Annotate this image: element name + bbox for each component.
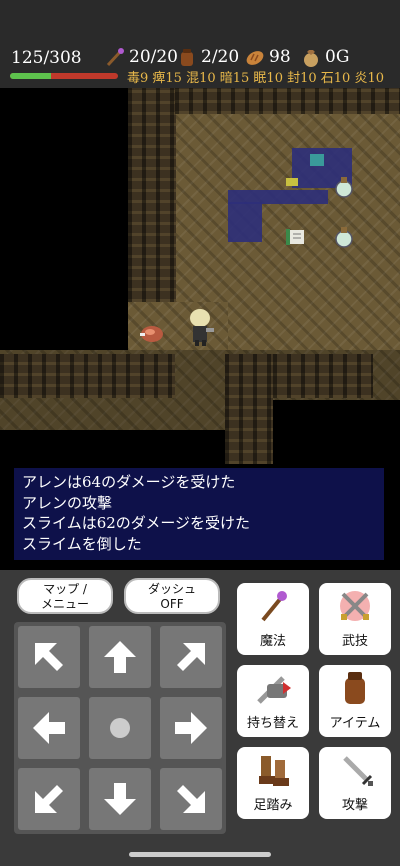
lower-wall xyxy=(0,354,175,398)
wait-button[interactable] xyxy=(89,697,151,759)
arrow-right-icon xyxy=(175,712,207,744)
status-hud: 125/308 20/20 2/20 98 0G 毒9 痺15 混10 暗15 … xyxy=(0,0,400,88)
move-up-left-button[interactable] xyxy=(18,626,80,688)
message-line: スライムを倒した xyxy=(22,534,142,553)
attack-button[interactable]: 攻撃 xyxy=(319,747,391,819)
dungeon-map[interactable]: アレンは64のダメージを受けた アレンの攻撃 スライムは62のダメージを受けた … xyxy=(0,88,400,570)
move-left-button[interactable] xyxy=(18,697,80,759)
player-character xyxy=(190,309,214,346)
move-right-button[interactable] xyxy=(160,697,222,759)
arrow-down-left-icon xyxy=(35,785,63,813)
pillar-wall xyxy=(225,354,273,464)
hp-value: 125/308 xyxy=(11,48,82,68)
swap-weapon-button[interactable]: 持ち替え xyxy=(237,665,309,737)
message-line: スライムは62のダメージを受けた xyxy=(22,514,251,532)
move-down-button[interactable] xyxy=(89,768,151,830)
east-lower-wall xyxy=(273,354,373,398)
message-log: アレンは64のダメージを受けた アレンの攻撃 スライムは62のダメージを受けた … xyxy=(14,468,384,560)
control-panel: マップ / メニュー ダッシュ OFF 魔法 武技 持ち替え アイテム 足踏み … xyxy=(0,570,400,866)
weapon-skill-button[interactable]: 武技 xyxy=(319,583,391,655)
weapon-durability: 20/20 xyxy=(104,46,178,68)
message-line: アレンは64のダメージを受けた xyxy=(22,473,236,491)
map-menu-button[interactable]: マップ / メニュー xyxy=(17,578,113,614)
food-value: 98 xyxy=(244,46,291,68)
item-bag-icon xyxy=(345,672,365,704)
attack-sword-icon xyxy=(343,756,373,786)
home-indicator[interactable] xyxy=(129,852,271,857)
void-area xyxy=(273,400,400,464)
magic-button[interactable]: 魔法 xyxy=(237,583,309,655)
swap-weapon-icon xyxy=(257,676,291,704)
magic-staff-icon xyxy=(261,591,287,622)
potion-icon[interactable] xyxy=(332,225,356,249)
direction-pad xyxy=(14,622,226,834)
hp-bar xyxy=(10,73,118,79)
step-button[interactable]: 足踏み xyxy=(237,747,309,819)
money-bag-icon xyxy=(304,50,318,67)
west-wall xyxy=(128,88,176,302)
step-boots-icon xyxy=(259,756,289,786)
arrow-left-icon xyxy=(33,712,65,744)
message-line: アレンの攻撃 xyxy=(22,493,113,512)
move-down-left-button[interactable] xyxy=(18,768,80,830)
move-up-button[interactable] xyxy=(89,626,151,688)
arrow-up-right-icon xyxy=(177,643,205,671)
meat-icon[interactable] xyxy=(138,322,166,346)
dash-toggle-button[interactable]: ダッシュ OFF xyxy=(124,578,220,614)
scroll-icon[interactable] xyxy=(284,226,308,248)
water-channel-2 xyxy=(228,202,262,242)
floor-tile-mark xyxy=(286,178,298,186)
center-dot-icon xyxy=(110,718,130,738)
gold-value: 0G xyxy=(300,46,349,68)
arrow-down-icon xyxy=(104,783,136,815)
item-button[interactable]: アイテム xyxy=(319,665,391,737)
bag-icon xyxy=(181,49,193,66)
potion-icon[interactable] xyxy=(332,175,356,199)
move-down-right-button[interactable] xyxy=(160,768,222,830)
arrow-up-icon xyxy=(104,641,136,673)
bread-icon xyxy=(246,51,264,65)
staff-icon xyxy=(106,48,124,67)
move-up-right-button[interactable] xyxy=(160,626,222,688)
arrow-up-left-icon xyxy=(35,643,63,671)
north-wall xyxy=(175,88,400,114)
water-highlight xyxy=(310,154,324,166)
arrow-down-right-icon xyxy=(177,785,205,813)
weapon-skill-icon xyxy=(340,591,370,621)
hp-bar-fill xyxy=(10,73,52,79)
resistance-list: 毒9 痺15 混10 暗15 眠10 封10 石10 炎10 xyxy=(127,71,384,86)
bag-count: 2/20 xyxy=(176,46,239,68)
